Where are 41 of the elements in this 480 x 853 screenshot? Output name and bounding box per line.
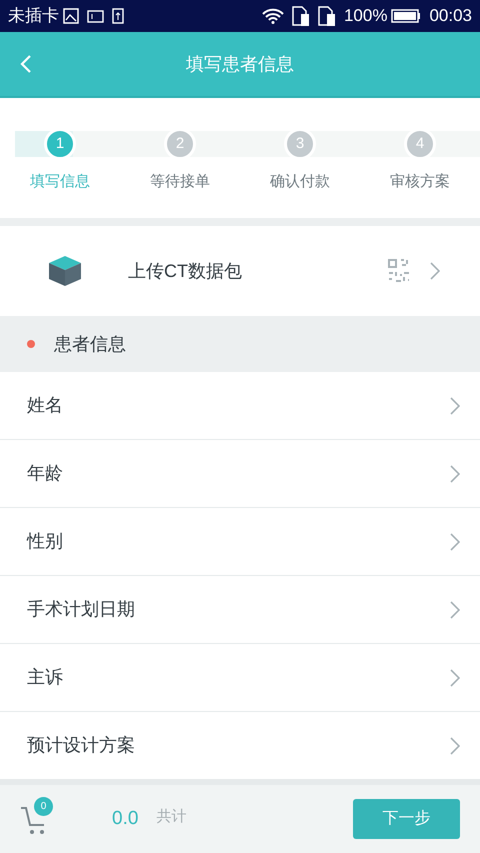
chevron-right-icon — [450, 532, 460, 550]
wifi-icon — [262, 8, 284, 24]
cart-count-badge: 0 — [34, 797, 53, 816]
total-amount: 0.0 — [112, 806, 138, 831]
carrier-text: 未插卡 — [8, 5, 59, 28]
chevron-right-icon — [450, 600, 460, 618]
form-row[interactable]: 年龄 — [0, 440, 480, 508]
form-row[interactable]: 手术计划日期 — [0, 576, 480, 644]
field-label: 年龄 — [27, 462, 64, 485]
section-title: 患者信息 — [54, 332, 126, 356]
cube-icon — [48, 255, 82, 287]
sim-card-icon — [87, 10, 104, 22]
image-icon — [63, 8, 79, 24]
field-label: 预计设计方案 — [27, 734, 136, 757]
upload-icon — [112, 8, 124, 24]
chevron-right-icon — [450, 668, 460, 686]
form-row[interactable]: 性别 — [0, 508, 480, 576]
total-label: 共计 — [156, 806, 186, 827]
qr-code-icon[interactable] — [388, 259, 410, 283]
field-label: 手术计划日期 — [27, 598, 136, 621]
sim-alert-icon — [318, 6, 336, 26]
chevron-right-icon — [430, 262, 440, 280]
field-label: 主诉 — [27, 666, 64, 689]
chevron-right-icon — [450, 736, 460, 754]
chevron-right-icon — [450, 396, 460, 414]
step-label: 等待接单 — [150, 172, 210, 192]
chevron-right-icon — [450, 464, 460, 482]
field-label: 性别 — [27, 530, 64, 553]
clock-time: 00:03 — [429, 5, 472, 28]
form-row[interactable]: 姓名 — [0, 372, 480, 440]
sim-alert-icon — [292, 6, 310, 26]
field-label: 姓名 — [27, 394, 64, 417]
battery-percent: 100% — [344, 5, 388, 28]
step-label: 填写信息 — [30, 172, 90, 192]
upload-label: 上传CT数据包 — [128, 260, 243, 282]
step-label: 审核方案 — [390, 172, 450, 192]
step-label: 确认付款 — [270, 172, 330, 192]
form-row[interactable]: 主诉 — [0, 644, 480, 712]
battery-icon — [391, 9, 422, 23]
page-title: 填写患者信息 — [186, 54, 294, 74]
upload-row[interactable]: 上传CT数据包 — [0, 226, 480, 316]
